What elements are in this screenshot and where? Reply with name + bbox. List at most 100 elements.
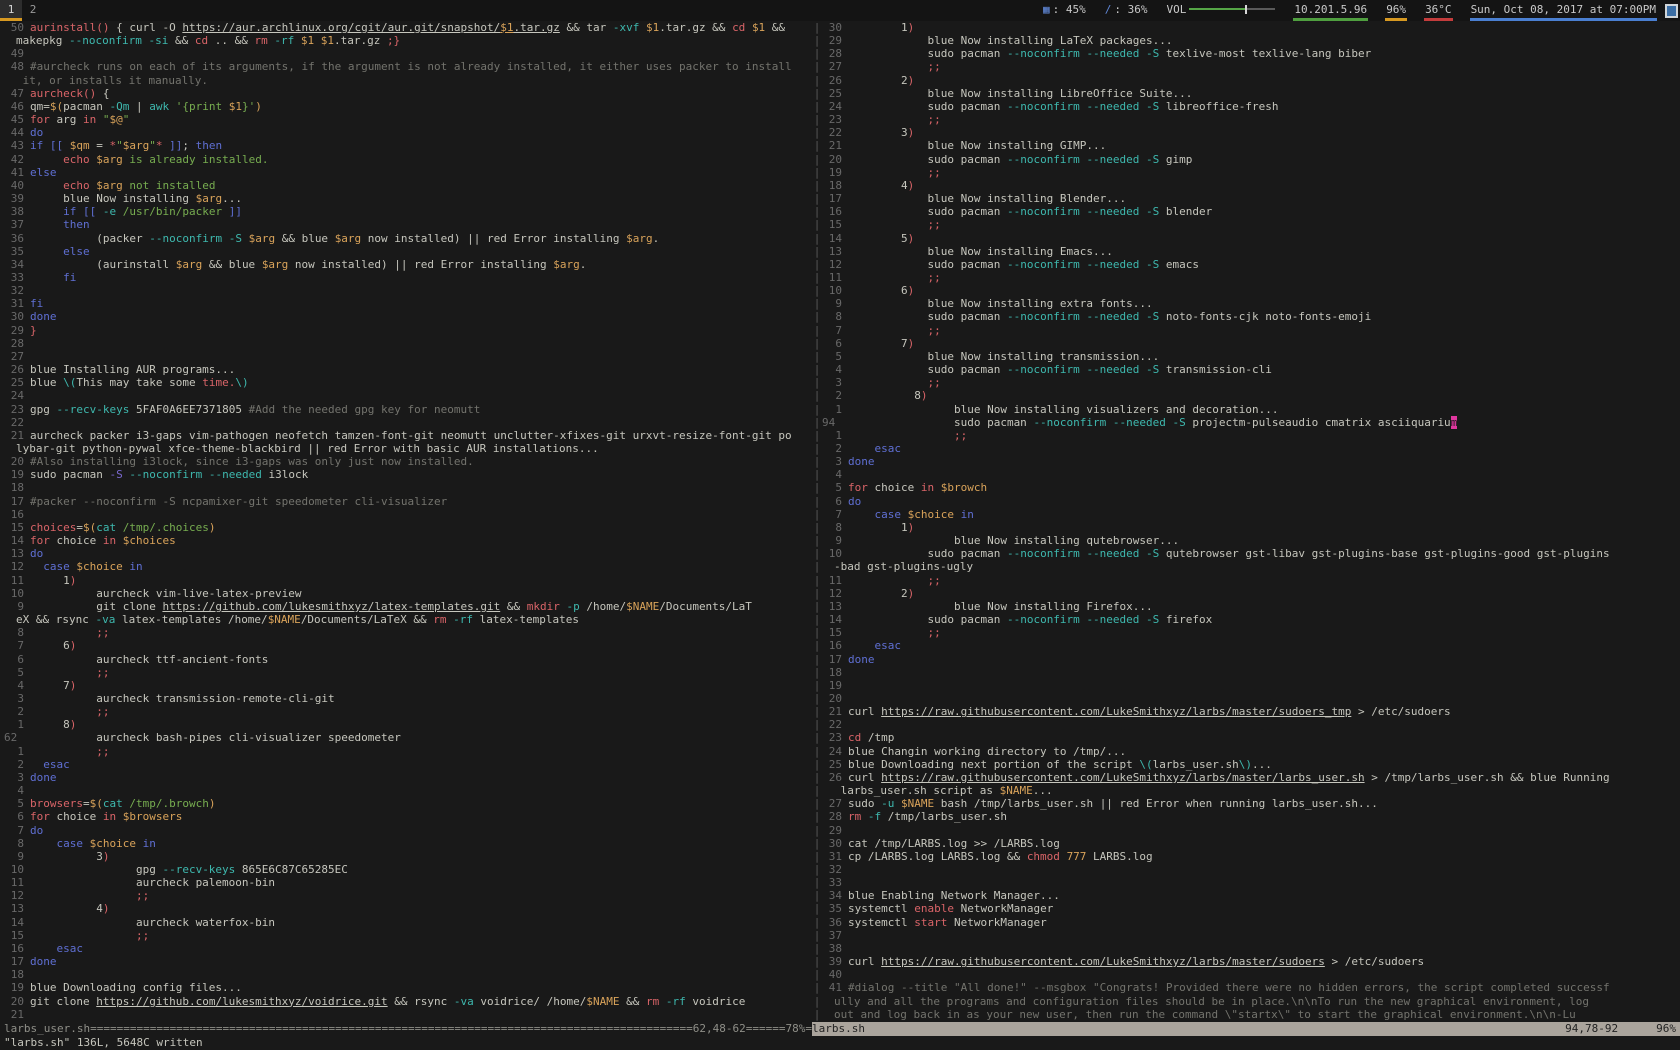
code-row[interactable]: 38 if [[ -e /usr/bin/packer ]]: [4, 205, 812, 218]
code-row[interactable]: 43if [[ $qm = *"$arg"* ]]; then: [4, 139, 812, 152]
code-row[interactable]: 94 sudo pacman --noconfirm --needed -S p…: [822, 416, 1680, 429]
code-row[interactable]: 1 blue Now installing visualizers and de…: [822, 403, 1680, 416]
code-row[interactable]: 39 blue Now installing $arg...: [4, 192, 812, 205]
code-row[interactable]: 22: [4, 416, 812, 429]
code-row[interactable]: 16 esac: [4, 942, 812, 955]
code-row[interactable]: 7 ;;: [822, 324, 1680, 337]
code-row[interactable]: 7 6): [4, 639, 812, 652]
code-row[interactable]: 10 6): [822, 284, 1680, 297]
code-row[interactable]: 9 3): [4, 850, 812, 863]
code-row[interactable]: 38: [822, 942, 1680, 955]
code-row[interactable]: 18: [822, 666, 1680, 679]
code-row[interactable]: 26curl https://raw.githubusercontent.com…: [822, 771, 1680, 784]
code-row[interactable]: lybar-git python-pywal xfce-theme-blackb…: [4, 442, 812, 455]
code-row[interactable]: 30done: [4, 310, 812, 323]
code-row[interactable]: 12 case $choice in: [4, 560, 812, 573]
code-row[interactable]: 40 echo $arg not installed: [4, 179, 812, 192]
code-row[interactable]: 2 ;;: [4, 705, 812, 718]
code-row[interactable]: 21aurcheck packer i3-gaps vim-pathogen n…: [4, 429, 812, 442]
code-row[interactable]: 46qm=$(pacman -Qm | awk '{print $1}'): [4, 100, 812, 113]
code-row[interactable]: 42 echo $arg is already installed.: [4, 153, 812, 166]
code-row[interactable]: 27sudo -u $NAME bash /tmp/larbs_user.sh …: [822, 797, 1680, 810]
code-row[interactable]: 62 aurcheck bash-pipes cli-visualizer sp…: [4, 731, 812, 744]
code-row[interactable]: 1 ;;: [822, 429, 1680, 442]
code-row[interactable]: 30cat /tmp/LARBS.log >> /LARBS.log: [822, 837, 1680, 850]
code-row[interactable]: 6 aurcheck ttf-ancient-fonts: [4, 653, 812, 666]
code-row[interactable]: 4 7): [4, 679, 812, 692]
code-row[interactable]: 15 ;;: [822, 218, 1680, 231]
code-row[interactable]: out and log back in as your new user, th…: [822, 1008, 1680, 1021]
code-row[interactable]: 14 aurcheck waterfox-bin: [4, 916, 812, 929]
code-row[interactable]: 7 case $choice in: [822, 508, 1680, 521]
code-row[interactable]: 31fi: [4, 297, 812, 310]
tray-app-icon[interactable]: [1665, 4, 1678, 18]
code-row[interactable]: 37: [822, 929, 1680, 942]
code-row[interactable]: 20 sudo pacman --noconfirm --needed -S g…: [822, 153, 1680, 166]
code-row[interactable]: 44do: [4, 126, 812, 139]
code-row[interactable]: 31cp /LARBS.log LARBS.log && chmod 777 L…: [822, 850, 1680, 863]
code-row[interactable]: 16 esac: [822, 639, 1680, 652]
code-row[interactable]: 18: [4, 968, 812, 981]
code-row[interactable]: 40: [822, 968, 1680, 981]
code-row[interactable]: 1 8): [4, 718, 812, 731]
code-row[interactable]: 32: [822, 863, 1680, 876]
code-row[interactable]: 23gpg --recv-keys 5FAF0A6EE7371805 #Add …: [4, 403, 812, 416]
code-row[interactable]: 6for choice in $browsers: [4, 810, 812, 823]
code-row[interactable]: 17done: [4, 955, 812, 968]
code-row[interactable]: 19sudo pacman -S --noconfirm --needed i3…: [4, 468, 812, 481]
code-row[interactable]: 11 aurcheck palemoon-bin: [4, 876, 812, 889]
code-row[interactable]: 8 1): [822, 521, 1680, 534]
code-row[interactable]: 36 (packer --noconfirm -S $arg && blue $…: [4, 232, 812, 245]
code-row[interactable]: 13 4): [4, 902, 812, 915]
volume-slider[interactable]: [1189, 0, 1275, 18]
code-row[interactable]: 2 8): [822, 389, 1680, 402]
code-row[interactable]: 27: [4, 350, 812, 363]
code-row[interactable]: 13 blue Now installing Emacs...: [822, 245, 1680, 258]
code-row[interactable]: 34blue Enabling Network Manager...: [822, 889, 1680, 902]
code-row[interactable]: 5 blue Now installing transmission...: [822, 350, 1680, 363]
code-row[interactable]: 45for arg in "$@": [4, 113, 812, 126]
code-row[interactable]: 8 ;;: [4, 626, 812, 639]
code-row[interactable]: 29: [822, 824, 1680, 837]
code-row[interactable]: 4: [4, 784, 812, 797]
code-row[interactable]: 9 blue Now installing qutebrowser...: [822, 534, 1680, 547]
code-row[interactable]: 19 ;;: [822, 166, 1680, 179]
code-row[interactable]: 3 ;;: [822, 376, 1680, 389]
code-row[interactable]: 23 ;;: [822, 113, 1680, 126]
code-row[interactable]: 7do: [4, 824, 812, 837]
code-row[interactable]: 26blue Installing AUR programs...: [4, 363, 812, 376]
code-row[interactable]: 50aurinstall() { curl -O https://aur.arc…: [4, 21, 812, 34]
workspace-button-1[interactable]: 1: [0, 0, 22, 21]
code-row[interactable]: 3done: [4, 771, 812, 784]
code-row[interactable]: 35systemctl enable NetworkManager: [822, 902, 1680, 915]
code-row[interactable]: 17#packer --noconfirm -S ncpamixer-git s…: [4, 495, 812, 508]
code-row[interactable]: 6 7): [822, 337, 1680, 350]
code-row[interactable]: 33 fi: [4, 271, 812, 284]
code-row[interactable]: 5for choice in $browch: [822, 481, 1680, 494]
code-row[interactable]: eX && rsync -va latex-templates /home/$N…: [4, 613, 812, 626]
code-row[interactable]: 12 sudo pacman --noconfirm --needed -S e…: [822, 258, 1680, 271]
code-row[interactable]: 20#Also installing i3lock, since i3-gaps…: [4, 455, 812, 468]
code-row[interactable]: 26 2): [822, 74, 1680, 87]
code-row[interactable]: 47aurcheck() {: [4, 87, 812, 100]
code-row[interactable]: 8 case $choice in: [4, 837, 812, 850]
code-row[interactable]: 30 1): [822, 21, 1680, 34]
code-row[interactable]: 25 blue Now installing LibreOffice Suite…: [822, 87, 1680, 100]
code-row[interactable]: 5browsers=$(cat /tmp/.browch): [4, 797, 812, 810]
code-row[interactable]: 10 gpg --recv-keys 865E6C87C65285EC: [4, 863, 812, 876]
code-row[interactable]: 1 ;;: [4, 745, 812, 758]
code-row[interactable]: 32: [4, 284, 812, 297]
code-row[interactable]: 37 then: [4, 218, 812, 231]
left-split-larbs-user-sh[interactable]: 50aurinstall() { curl -O https://aur.arc…: [0, 21, 812, 1022]
code-row[interactable]: 25blue Downloading next portion of the s…: [822, 758, 1680, 771]
window-separator[interactable]: ||||||||||||||||||||||||||||||||||||||||…: [812, 21, 822, 1022]
code-row[interactable]: 20git clone https://github.com/lukesmith…: [4, 995, 812, 1008]
code-row[interactable]: 49: [4, 47, 812, 60]
code-row[interactable]: 2 esac: [822, 442, 1680, 455]
code-row[interactable]: 16: [4, 508, 812, 521]
status-item-volume[interactable]: VOL: [1165, 0, 1276, 21]
code-row[interactable]: 22 3): [822, 126, 1680, 139]
code-row[interactable]: 17 blue Now installing Blender...: [822, 192, 1680, 205]
code-row[interactable]: 11 ;;: [822, 574, 1680, 587]
code-row[interactable]: 27 ;;: [822, 60, 1680, 73]
